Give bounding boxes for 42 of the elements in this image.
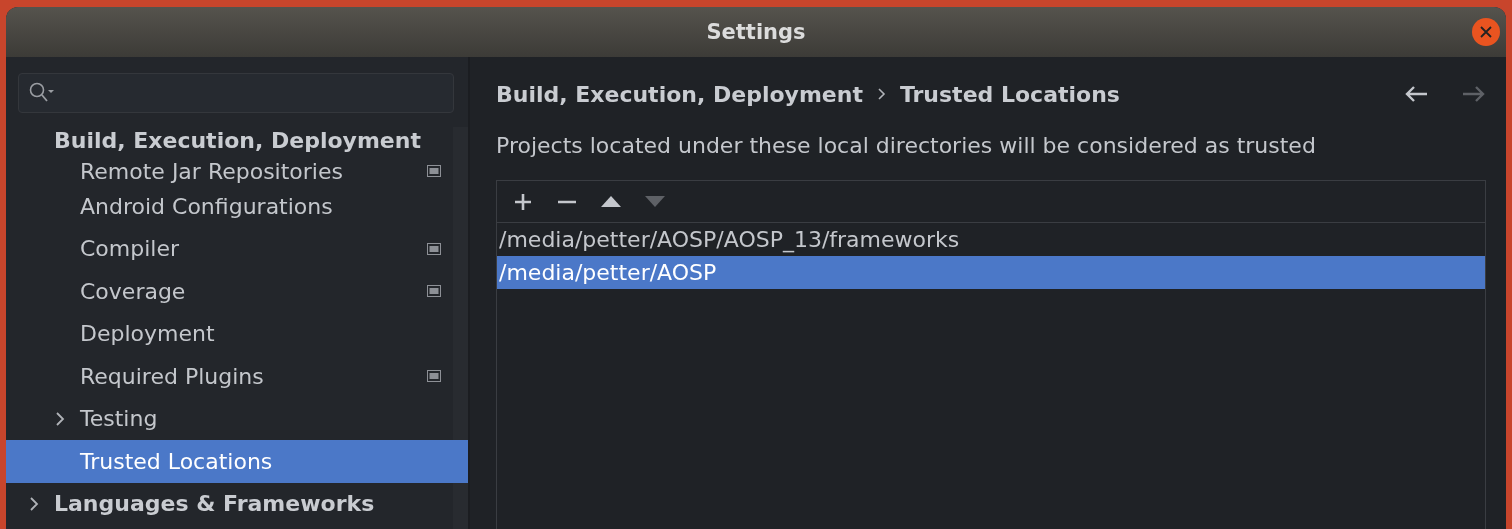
item-label: Deployment — [80, 321, 216, 347]
sidebar-item[interactable]: Deployment — [6, 312, 453, 355]
project-level-icon — [427, 242, 441, 255]
plus-icon — [514, 192, 532, 211]
sidebar-item[interactable]: Coverage — [6, 270, 453, 313]
item-label: Required Plugins — [80, 363, 265, 389]
section-header: Build, Execution, Deployment — [54, 127, 421, 155]
close-icon — [1480, 26, 1492, 38]
arrow-left-icon — [1404, 85, 1428, 103]
sidebar-item[interactable]: Android Configurations — [6, 185, 453, 228]
triangle-down-icon — [645, 196, 665, 207]
location-row[interactable]: /media/petter/AOSP — [497, 256, 1485, 289]
arrow-right-icon — [1462, 85, 1486, 103]
location-row[interactable]: /media/petter/AOSP/AOSP_13/frameworks — [497, 223, 1485, 256]
search-icon — [29, 82, 55, 104]
item-label: Trusted Locations — [80, 448, 274, 474]
chevron-right-icon — [876, 87, 886, 101]
sidebar-item[interactable]: Required Plugins — [6, 355, 453, 398]
project-level-icon — [427, 285, 441, 298]
item-label: Remote Jar Repositories — [80, 158, 344, 184]
chevron-right-icon[interactable] — [28, 495, 40, 512]
window-title: Settings — [706, 20, 806, 44]
sidebar-item[interactable]: Testing — [6, 397, 453, 440]
back-button[interactable] — [1404, 85, 1428, 103]
search-field[interactable] — [18, 73, 454, 113]
sidebar-item[interactable]: Trusted Locations — [6, 440, 468, 483]
description-text: Projects located under these local directories will be considered as trusted — [496, 133, 1317, 158]
item-label: Coverage — [80, 278, 187, 304]
breadcrumb-item: Trusted Locations — [899, 81, 1120, 107]
sidebar-item[interactable]: Remote Jar Repositories — [6, 157, 453, 185]
section-header[interactable]: Languages & Frameworks — [54, 489, 375, 518]
item-label: Compiler — [80, 236, 181, 262]
project-level-icon — [427, 370, 441, 383]
breadcrumb-item: Build, Execution, Deployment — [496, 81, 863, 107]
chevron-right-icon[interactable] — [54, 410, 66, 427]
minus-icon — [558, 199, 576, 204]
project-level-icon — [427, 165, 441, 177]
triangle-up-icon — [601, 196, 621, 207]
sidebar-item[interactable]: Compiler — [6, 227, 453, 270]
item-label: Android Configurations — [80, 193, 334, 219]
close-button[interactable] — [1472, 18, 1500, 46]
item-label: Testing — [80, 406, 159, 432]
